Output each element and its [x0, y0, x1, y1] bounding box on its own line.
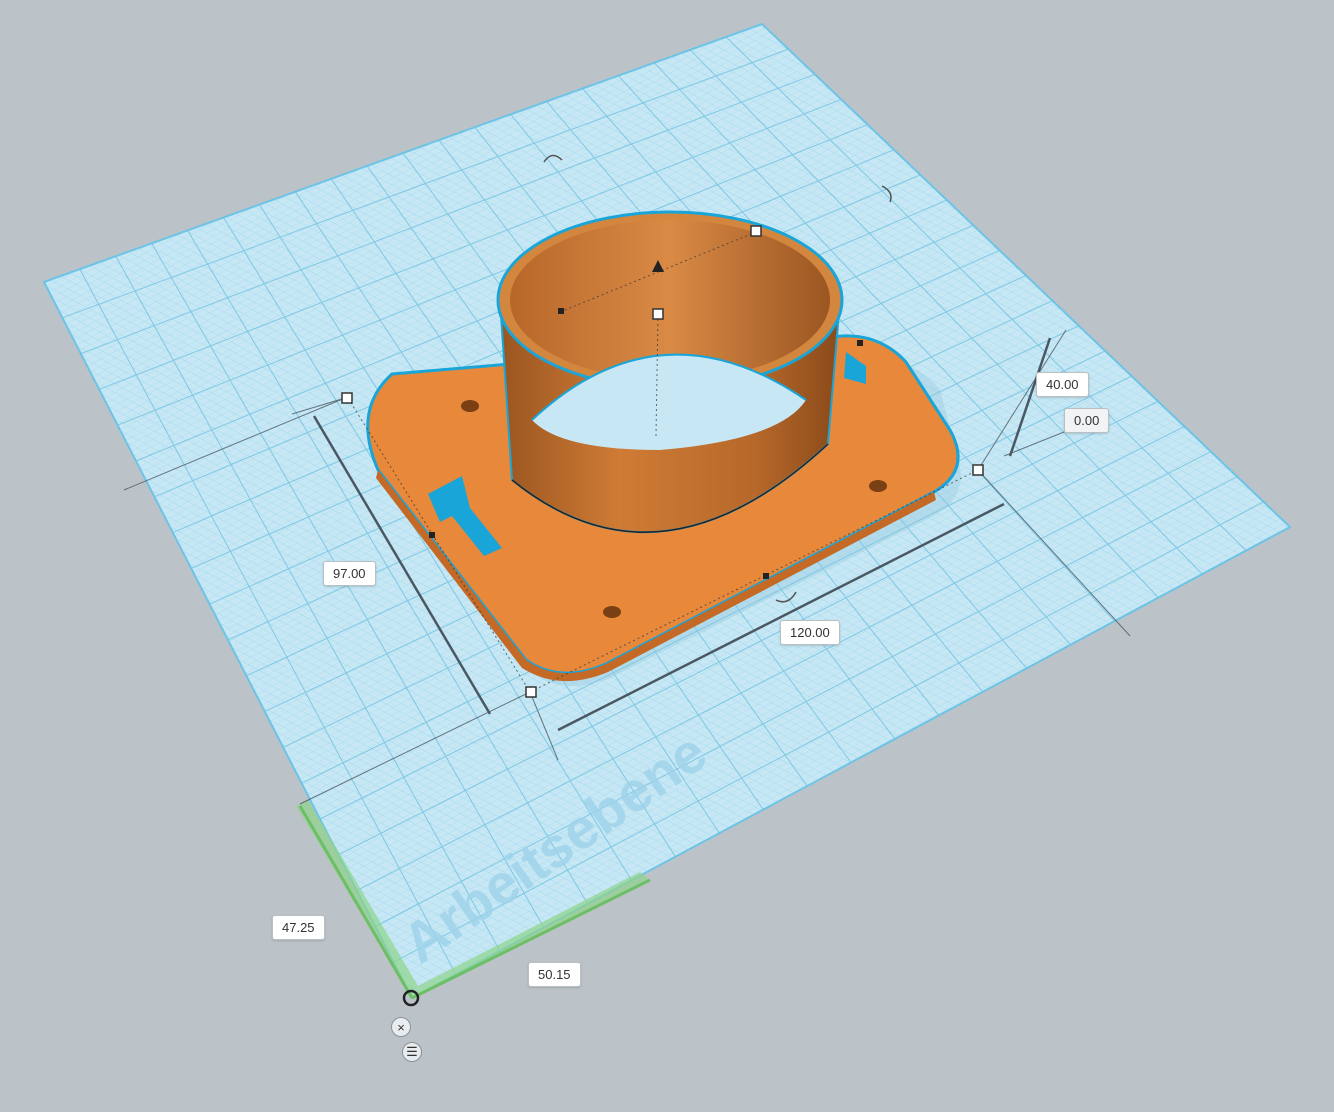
elevation-dimension-label[interactable]: 0.00 [1064, 408, 1110, 433]
mount-hole [869, 480, 887, 492]
width-dimension-label[interactable]: 120.00 [780, 620, 840, 645]
3d-viewport[interactable]: Arbeitsebene [0, 0, 1334, 1112]
depth-dimension-label[interactable]: 97.00 [323, 561, 376, 586]
mount-hole [603, 606, 621, 618]
plus-icon[interactable]: × [391, 1017, 411, 1037]
height-dimension-label[interactable]: 40.00 [1036, 372, 1089, 397]
menu-icon[interactable]: ☰ [402, 1042, 422, 1062]
y-offset-label[interactable]: 47.25 [272, 915, 325, 940]
mount-hole [461, 400, 479, 412]
x-offset-label[interactable]: 50.15 [528, 962, 581, 987]
